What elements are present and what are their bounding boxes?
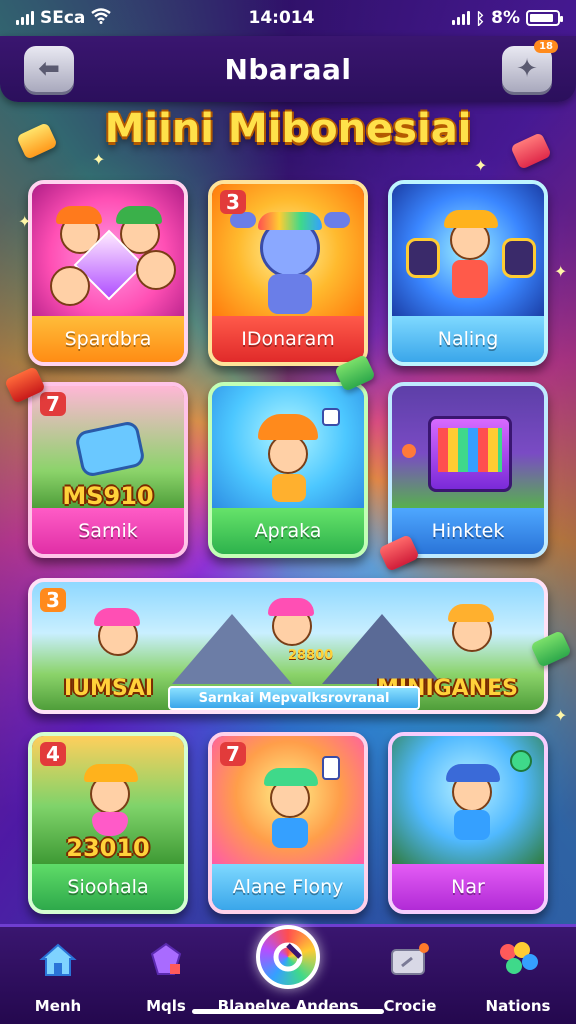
- game-card[interactable]: Naling: [388, 180, 548, 366]
- play-wheel-icon: [256, 925, 320, 989]
- home-indicator[interactable]: [192, 1009, 384, 1014]
- battery-icon: [526, 10, 563, 26]
- game-title: Apraka: [212, 508, 364, 554]
- cell-signal-icon: [451, 11, 470, 25]
- game-card[interactable]: 3 IDonaram: [208, 180, 368, 366]
- bluetooth-icon: ᛒ: [475, 8, 486, 28]
- sparkle-icon: ✦: [474, 156, 488, 175]
- game-art: [212, 386, 364, 508]
- game-title: Alane Flony: [212, 864, 364, 910]
- top-bar: ⬅ Nbaraal ✦ 18: [0, 36, 576, 102]
- game-title: Sioohala: [32, 864, 184, 910]
- tab-menh[interactable]: Menh: [18, 927, 98, 1024]
- banner-left-text: IUMSAI: [64, 676, 153, 701]
- battery-percent: 8%: [491, 8, 520, 28]
- level-badge: 3: [220, 190, 246, 214]
- level-badge: 3: [40, 588, 66, 612]
- tab-label: Nations: [485, 997, 551, 1015]
- game-art: [392, 184, 544, 316]
- status-bar: SEca 14:014 ᛒ 8%: [0, 0, 576, 36]
- game-art: [392, 736, 544, 864]
- game-card[interactable]: Nar: [388, 732, 548, 914]
- home-icon: [35, 937, 81, 983]
- clock: 14:014: [248, 8, 315, 28]
- console-icon: [387, 937, 433, 983]
- gem-icon: [143, 937, 189, 983]
- back-button[interactable]: ⬅: [24, 46, 74, 92]
- level-badge: 7: [40, 392, 66, 416]
- score-text: 23010: [66, 834, 150, 862]
- sparkle-icon: ✦: [18, 212, 32, 231]
- tab-label: Crocie: [383, 997, 437, 1015]
- back-arrow-icon: ⬅: [38, 54, 60, 84]
- game-title: Spardbra: [32, 316, 184, 362]
- sparkle-icon: ✦: [92, 150, 106, 169]
- signal-icon: [16, 11, 34, 25]
- game-art: [32, 184, 184, 316]
- game-title: IDonaram: [212, 316, 364, 362]
- game-card[interactable]: 7 Alane Flony: [208, 732, 368, 914]
- game-card[interactable]: Apraka: [208, 382, 368, 558]
- carrier-label: SEca: [40, 8, 86, 28]
- game-art: [392, 386, 544, 508]
- notification-badge: 18: [534, 40, 558, 53]
- featured-banner[interactable]: 3 IUMSAI 28800 MINIGANES Sarnkai Mepvalk…: [28, 578, 548, 714]
- tab-nations[interactable]: Nations: [478, 927, 558, 1024]
- game-title: Nar: [392, 864, 544, 910]
- tab-label: Mqls: [146, 997, 186, 1015]
- game-title: Sarnik: [32, 508, 184, 554]
- bottom-tab-bar: Menh Mqls Blapelve Andens Crocie Nations: [0, 924, 576, 1024]
- wifi-icon: [91, 7, 112, 29]
- page-headline: Miini Mibonesiai: [104, 106, 472, 152]
- level-badge: 7: [220, 742, 246, 766]
- game-card[interactable]: 4 23010 Sioohala: [28, 732, 188, 914]
- sparkle-icon: ✦: [554, 706, 568, 725]
- score-text: MS910: [62, 482, 154, 510]
- tab-label: Menh: [34, 997, 82, 1015]
- game-card[interactable]: Spardbra: [28, 180, 188, 366]
- status-left: SEca: [16, 7, 112, 29]
- balloons-icon: [495, 937, 541, 983]
- game-card[interactable]: Hinktek: [388, 382, 548, 558]
- sparkle-icon: ✦: [554, 262, 568, 281]
- banner-score: 28800: [288, 648, 334, 663]
- app-title: Nbaraal: [224, 52, 352, 86]
- game-title: Naling: [392, 316, 544, 362]
- puzzle-icon: ✦: [516, 54, 538, 84]
- status-right: ᛒ 8%: [451, 8, 563, 28]
- level-badge: 4: [40, 742, 66, 766]
- puzzle-button[interactable]: ✦ 18: [502, 40, 558, 92]
- banner-strip: Sarnkai Mepvalksrovranal: [168, 686, 420, 710]
- game-card[interactable]: 7 MS910 Sarnik: [28, 382, 188, 558]
